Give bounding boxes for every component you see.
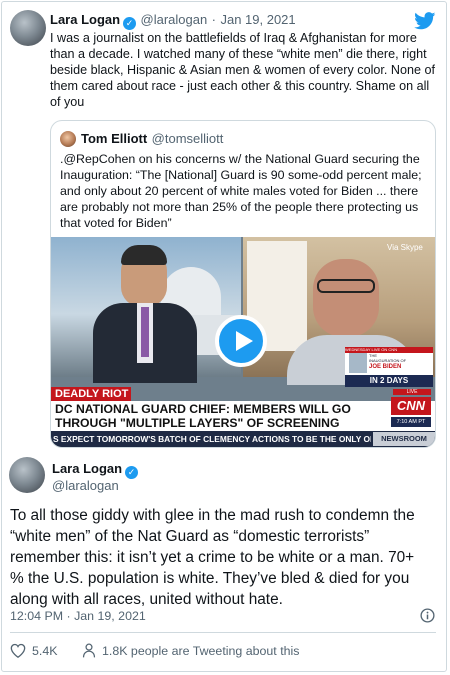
deadly-riot-tag: DEADLY RIOT — [51, 387, 131, 401]
author-handle[interactable]: @laralogan — [141, 12, 208, 27]
author-name[interactable]: Lara Logan — [50, 12, 120, 27]
play-button[interactable] — [215, 315, 267, 367]
twitter-bird-icon[interactable] — [414, 12, 436, 30]
quoted-tweet-text: .@RepCohen on his concerns w/ the Nation… — [60, 152, 422, 230]
main-author-handle[interactable]: @laralogan — [52, 478, 119, 493]
broadcast-time: 7:10 AM PT — [391, 417, 431, 427]
via-skype-label: Via Skype — [387, 243, 423, 252]
main-author-name[interactable]: Lara Logan — [52, 461, 122, 476]
quoted-author-handle: @tomselliott — [151, 131, 224, 146]
divider — [10, 632, 436, 633]
countdown-label: IN 2 DAYS — [345, 375, 433, 387]
info-icon[interactable] — [420, 608, 435, 623]
main-tweet-text: To all those giddy with glee in the mad … — [10, 507, 415, 608]
verified-badge-icon: ✓ — [123, 17, 137, 30]
dot-separator: · — [66, 609, 71, 623]
avatar — [60, 131, 76, 147]
cnn-logo: CNN — [391, 397, 431, 415]
biden-photo — [349, 353, 367, 373]
newsroom-tag: NEWSROOM — [373, 432, 435, 446]
ticker-text: S EXPECT TOMORROW'S BATCH OF CLEMENCY AC… — [53, 434, 371, 444]
person-icon — [82, 643, 96, 658]
video-thumbnail[interactable]: Via Skype WEDNESDAY LIVE ON CNN THE INAU… — [51, 237, 435, 447]
avatar[interactable] — [10, 10, 46, 46]
tweet-date: Jan 19, 2021 — [74, 609, 146, 623]
anchor-hair — [121, 245, 167, 265]
header-tweet-text: I was a journalist on the battlefields o… — [50, 31, 436, 109]
like-count[interactable]: 5.4K — [32, 644, 58, 658]
avatar[interactable] — [9, 457, 45, 493]
guest-glasses — [317, 279, 375, 293]
chyron-line2: THROUGH "MULTIPLE LAYERS" OF SCREENING — [55, 416, 340, 430]
anchor-tie — [141, 307, 149, 357]
main-author-name-row: Lara Logan ✓ — [52, 460, 139, 479]
guest-head — [313, 259, 379, 337]
dot-separator: · — [211, 12, 217, 27]
inauguration-of: INAUGURATION OF — [369, 358, 407, 363]
verified-badge-icon: ✓ — [125, 466, 139, 479]
quoted-author-row: Tom Elliott @tomselliott — [81, 130, 223, 148]
heart-icon[interactable] — [10, 643, 26, 658]
tweet-timestamp[interactable]: 12:04 PM · Jan 19, 2021 — [10, 609, 146, 623]
people-tweeting-link[interactable]: 1.8K people are Tweeting about this — [102, 644, 299, 658]
tweet-date[interactable]: Jan 19, 2021 — [220, 12, 295, 27]
tweet-time: 12:04 PM — [10, 609, 64, 623]
chyron-line1: DC NATIONAL GUARD CHIEF: MEMBERS WILL GO — [55, 402, 351, 416]
header-tweet-author-row: Lara Logan ✓ @laralogan · Jan 19, 2021 — [50, 11, 410, 30]
quoted-author-name: Tom Elliott — [81, 131, 148, 146]
inauguration-name: JOE BIDEN — [369, 364, 402, 370]
live-badge: LIVE — [393, 389, 431, 395]
quoted-tweet[interactable]: Tom Elliott @tomselliott .@RepCohen on h… — [50, 120, 436, 448]
play-icon — [236, 331, 253, 351]
